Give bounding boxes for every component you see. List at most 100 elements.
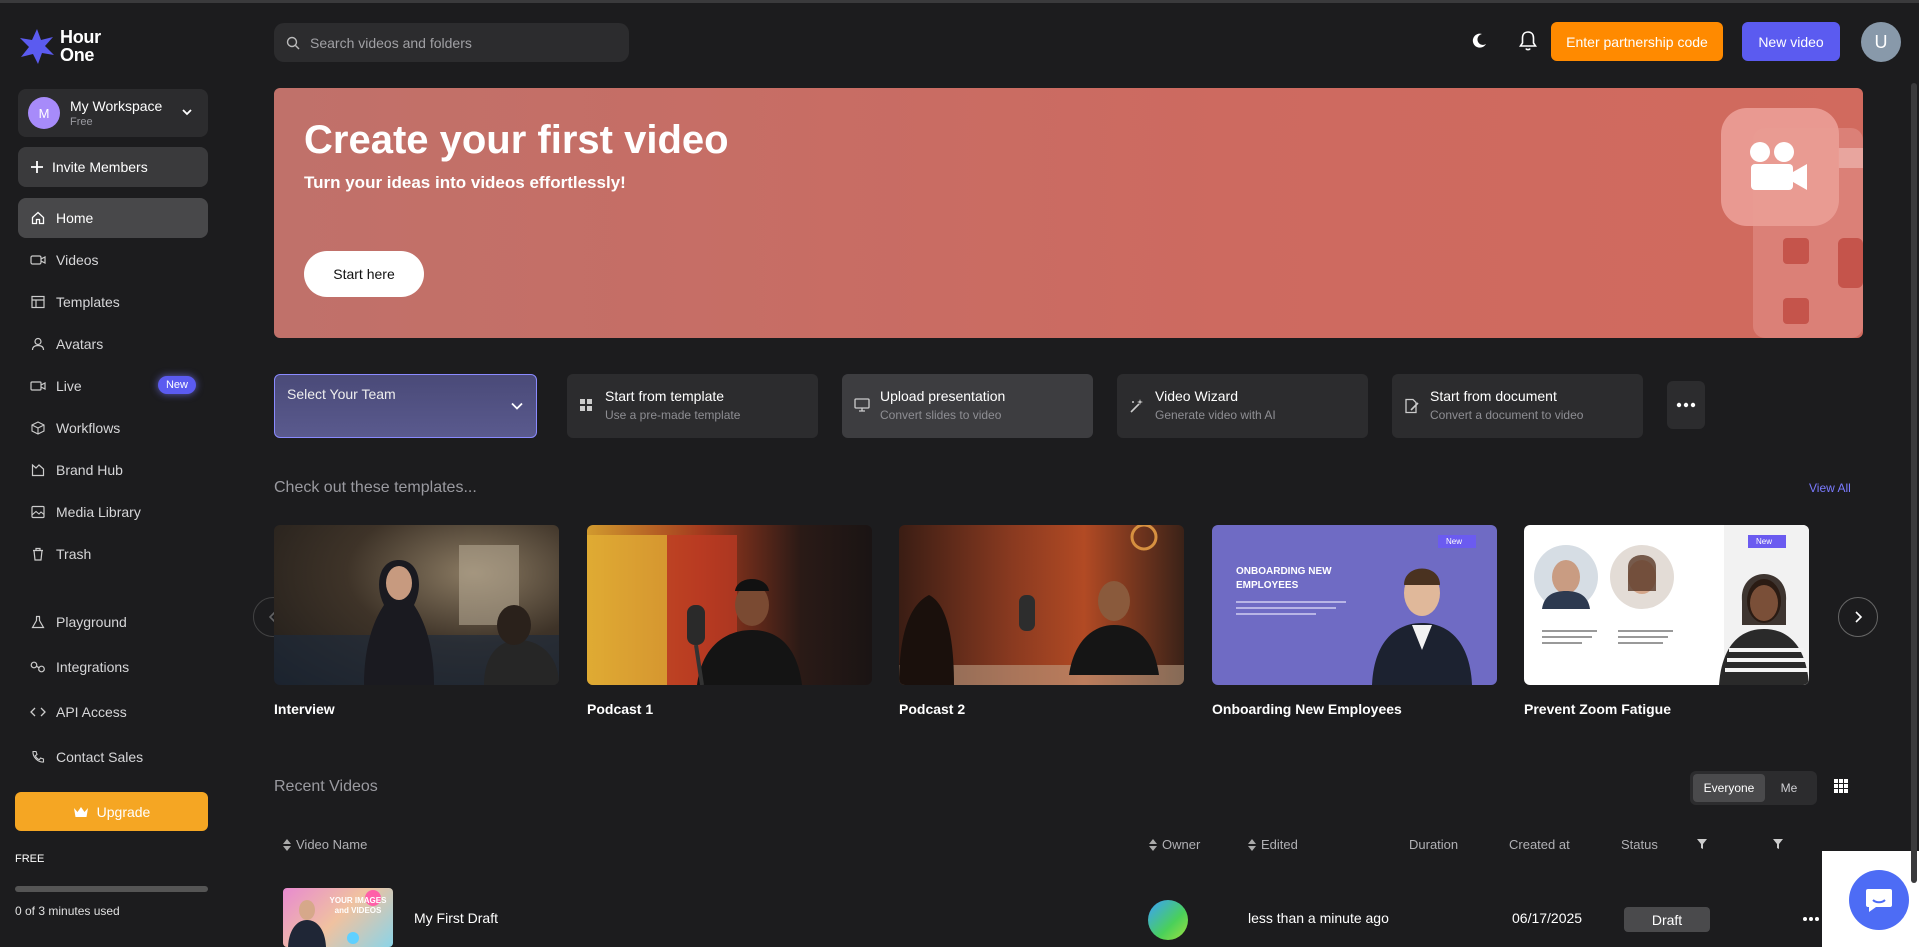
template-name: Prevent Zoom Fatigue [1524,701,1809,717]
view-all-link[interactable]: View All [1809,481,1851,495]
sidebar-item-live[interactable]: Live New [18,366,208,406]
more-actions-button[interactable] [1667,381,1705,429]
sidebar-item-playground[interactable]: Playground [18,602,208,642]
toggle-me[interactable]: Me [1765,774,1813,802]
template-card-podcast-2[interactable]: Podcast 2 [899,525,1184,717]
workspace-avatar: M [28,97,60,129]
upload-presentation-button[interactable]: Upload presentation Convert slides to vi… [842,374,1093,438]
document-edit-icon [1404,398,1420,414]
sidebar-item-templates[interactable]: Templates [18,282,208,322]
owner-filter-toggle: Everyone Me [1690,771,1817,805]
template-card-onboarding-new-employees[interactable]: ONBOARDING NEW EMPLOYEES New Onboarding … [1212,525,1497,717]
templates-icon [30,294,46,310]
template-card-prevent-zoom-fatigue[interactable]: New Prevent Zoom Fatigue [1524,525,1809,717]
moon-icon[interactable] [1470,32,1488,50]
sidebar-item-label: Avatars [56,336,103,352]
template-name: Onboarding New Employees [1212,701,1497,717]
sidebar-item-api-access[interactable]: API Access [18,692,208,732]
chat-support-button[interactable] [1849,870,1909,930]
template-grid-icon [579,398,593,412]
template-thumbnail [587,525,872,685]
column-header-edited[interactable]: Edited [1248,837,1298,852]
template-name: Podcast 2 [899,701,1184,717]
workspace-name: My Workspace [70,98,162,114]
sidebar-item-contact-sales[interactable]: Contact Sales [18,737,208,777]
bell-icon[interactable] [1518,30,1538,52]
hero-title: Create your first video [304,118,729,163]
start-from-template-button[interactable]: Start from template Use a pre-made templ… [567,374,818,438]
more-horizontal-icon [1676,402,1696,408]
user-avatar[interactable]: U [1861,22,1901,62]
sort-icon [1248,839,1256,851]
sort-icon [1149,839,1157,851]
filter-icon[interactable] [1772,838,1784,850]
sidebar-item-brand-hub[interactable]: Brand Hub [18,450,208,490]
carousel-next-button[interactable] [1838,597,1878,637]
phone-icon [30,749,46,765]
workspace-plan: Free [70,116,162,128]
select-team-dropdown[interactable]: Select Your Team [274,374,537,438]
logo-text-line1: Hour [60,28,101,46]
new-tag: New [1748,535,1786,548]
live-icon [30,378,46,394]
flask-icon [30,614,46,630]
trash-icon [30,546,46,562]
magic-wand-icon [1129,398,1145,414]
cube-icon [30,420,46,436]
star-logo-icon [18,27,56,65]
new-video-button[interactable]: New video [1742,22,1840,61]
sidebar-item-label: Live [56,378,82,394]
video-name[interactable]: My First Draft [414,910,498,926]
crown-icon [73,806,89,818]
sidebar-item-label: Workflows [56,420,120,436]
action-title: Upload presentation [880,388,1081,404]
column-header-label: Owner [1162,837,1200,852]
video-wizard-button[interactable]: Video Wizard Generate video with AI [1117,374,1368,438]
new-tag: New [1438,535,1476,548]
sidebar-item-videos[interactable]: Videos [18,240,208,280]
sidebar-item-label: Media Library [56,504,141,520]
grid-view-icon[interactable] [1833,778,1849,794]
start-here-button[interactable]: Start here [304,251,424,297]
column-header-label: Created at [1509,837,1570,852]
chevron-down-icon [180,105,194,119]
template-thumbnail: New [1524,525,1809,685]
sidebar-item-home[interactable]: Home [18,198,208,238]
sidebar-item-workflows[interactable]: Workflows [18,408,208,448]
column-header-video-name[interactable]: Video Name [283,837,367,852]
template-card-podcast-1[interactable]: Podcast 1 [587,525,872,717]
new-badge: New [158,376,196,394]
template-card-interview[interactable]: Interview [274,525,559,717]
video-camera-icon [30,252,46,268]
sidebar-item-integrations[interactable]: Integrations [18,647,208,687]
search-input[interactable] [310,35,610,51]
chevron-right-icon [1853,610,1863,624]
row-more-icon[interactable] [1802,916,1820,922]
code-icon [30,704,46,720]
filter-icon[interactable] [1696,838,1708,850]
chat-bubble-icon [1864,886,1894,914]
workspace-switcher[interactable]: M My Workspace Free [18,89,208,137]
upgrade-button[interactable]: Upgrade [15,792,208,831]
start-from-document-button[interactable]: Start from document Convert a document t… [1392,374,1643,438]
chevron-down-icon [510,399,524,413]
sidebar-item-trash[interactable]: Trash [18,534,208,574]
column-header-owner[interactable]: Owner [1149,837,1200,852]
usage-text: 0 of 3 minutes used [15,904,120,918]
sidebar-item-avatars[interactable]: Avatars [18,324,208,364]
app-logo[interactable]: Hour One [18,27,101,65]
select-team-label: Select Your Team [287,386,396,402]
sidebar-item-label: Home [56,210,93,226]
recent-videos-title: Recent Videos [274,778,378,796]
film-camera-illustration-icon [1713,88,1863,338]
invite-members-button[interactable]: Invite Members [18,147,208,187]
enter-partnership-code-button[interactable]: Enter partnership code [1551,22,1723,61]
page-scrollbar[interactable] [1911,83,1917,883]
thumbnail-heading: ONBOARDING NEW EMPLOYEES [1236,565,1356,593]
toggle-everyone[interactable]: Everyone [1693,774,1765,802]
hero-banner: Create your first video Turn your ideas … [274,88,1863,338]
search-bar[interactable] [274,23,629,62]
sidebar-item-label: Brand Hub [56,462,123,478]
templates-section-title: Check out these templates... [274,479,477,497]
sidebar-item-media-library[interactable]: Media Library [18,492,208,532]
